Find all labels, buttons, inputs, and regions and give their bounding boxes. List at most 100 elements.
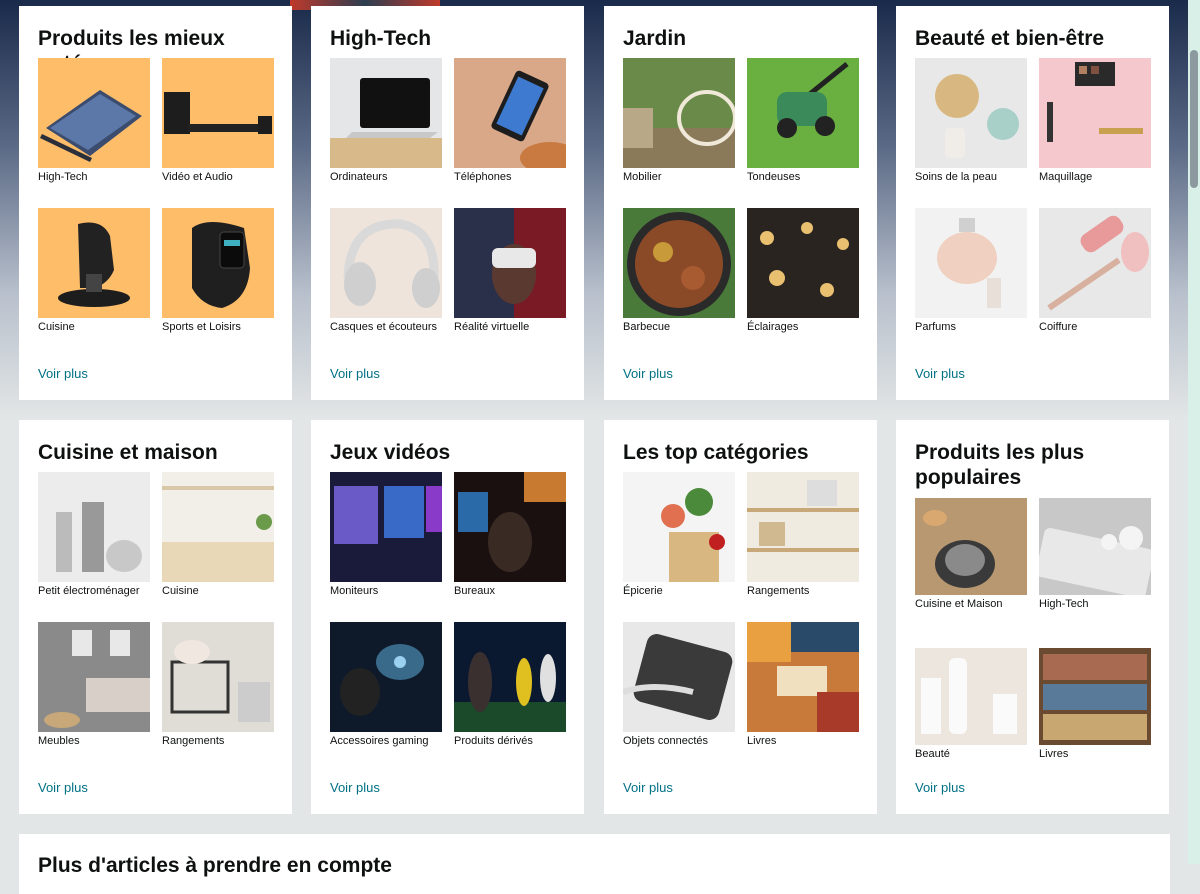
- card-jardin: Jardin Mobilier Tondeuses Barbecue Éclai…: [604, 6, 877, 400]
- card-jeux-videos: Jeux vidéos Moniteurs Bureaux Accessoire…: [311, 420, 584, 814]
- tile-rangements[interactable]: Rangements: [162, 622, 274, 772]
- tile-label: Accessoires gaming: [330, 735, 429, 747]
- tile-produits-derives[interactable]: Produits dérivés: [454, 622, 566, 772]
- tile-label: Éclairages: [747, 321, 799, 333]
- see-more-link[interactable]: Voir plus: [330, 780, 380, 795]
- tile-label: Coiffure: [1039, 321, 1078, 333]
- laptop-image: [330, 58, 442, 168]
- tile-epicerie[interactable]: Épicerie: [623, 472, 735, 622]
- tile-label: Cuisine: [162, 585, 199, 597]
- storage-baskets-image: [162, 622, 274, 732]
- scrollbar-thumb[interactable]: [1190, 50, 1198, 188]
- football-game-image: [454, 622, 566, 732]
- vr-headset-image: [454, 208, 566, 318]
- tile-label: Mobilier: [623, 171, 662, 183]
- living-room-image: [38, 622, 150, 732]
- tile-tondeuses[interactable]: Tondeuses: [747, 58, 859, 208]
- see-more-link[interactable]: Voir plus: [330, 366, 380, 381]
- tile-label: Bureaux: [454, 585, 495, 597]
- tile-label: Cuisine: [38, 321, 75, 333]
- tile-high-tech-popular[interactable]: High-Tech: [1039, 498, 1151, 648]
- garden-swing-image: [623, 58, 735, 168]
- tile-cuisine[interactable]: Cuisine: [38, 208, 150, 358]
- makeup-image: [1039, 58, 1151, 168]
- skincare-image: [915, 58, 1027, 168]
- tile-petit-electromenager[interactable]: Petit électroménager: [38, 472, 150, 622]
- card-top-rated: Produits les mieux notés High-Tech Vidéo…: [19, 6, 292, 400]
- tile-label: High-Tech: [1039, 598, 1089, 610]
- card-popular-products: Produits les plus populaires Cuisine et …: [896, 420, 1169, 814]
- tile-eclairages[interactable]: Éclairages: [747, 208, 859, 358]
- gaming-monitors-image: [330, 472, 442, 582]
- card-title: High-Tech: [330, 27, 432, 50]
- tile-label: Tondeuses: [747, 171, 801, 183]
- tile-label: Livres: [747, 735, 777, 747]
- tile-parfums[interactable]: Parfums: [915, 208, 1027, 358]
- see-more-link[interactable]: Voir plus: [915, 366, 965, 381]
- page-scrollbar[interactable]: [1188, 0, 1200, 864]
- see-more-link[interactable]: Voir plus: [915, 780, 965, 795]
- card-title: Produits les plus populaires: [915, 441, 1085, 489]
- tile-moniteurs[interactable]: Moniteurs: [330, 472, 442, 622]
- card-title: Jeux vidéos: [330, 441, 451, 464]
- shelves-image: [747, 472, 859, 582]
- tile-label: Épicerie: [623, 585, 663, 597]
- lawn-mower-image: [747, 58, 859, 168]
- cookware-image: [915, 498, 1027, 595]
- card-title: Jardin: [623, 27, 687, 50]
- tile-label: Rangements: [747, 585, 810, 597]
- tile-label: Téléphones: [454, 171, 512, 183]
- tile-cuisine-room[interactable]: Cuisine: [162, 472, 274, 622]
- perfume-image: [915, 208, 1027, 318]
- tile-label: Réalité virtuelle: [454, 321, 530, 333]
- groceries-image: [623, 472, 735, 582]
- tile-telephones[interactable]: Téléphones: [454, 58, 566, 208]
- card-top-categories: Les top catégories Épicerie Rangements O…: [604, 420, 877, 814]
- tile-label: Meubles: [38, 735, 80, 747]
- tile-label: Rangements: [162, 735, 225, 747]
- tile-video-audio[interactable]: Vidéo et Audio: [162, 58, 274, 208]
- power-bank-image: [623, 622, 735, 732]
- soundbar-image: [162, 58, 274, 168]
- tile-accessoires-gaming[interactable]: Accessoires gaming: [330, 622, 442, 772]
- tile-casques[interactable]: Casques et écouteurs: [330, 208, 442, 358]
- tile-bureaux[interactable]: Bureaux: [454, 472, 566, 622]
- tile-livres-popular[interactable]: Livres: [1039, 648, 1151, 798]
- tile-label: Casques et écouteurs: [330, 321, 438, 333]
- tile-label: Maquillage: [1039, 171, 1093, 183]
- cosmetics-bottles-image: [915, 648, 1027, 745]
- see-more-link[interactable]: Voir plus: [38, 366, 88, 381]
- tile-label: High-Tech: [38, 171, 88, 183]
- tile-maquillage[interactable]: Maquillage: [1039, 58, 1151, 208]
- see-more-link[interactable]: Voir plus: [38, 780, 88, 795]
- see-more-link[interactable]: Voir plus: [623, 366, 673, 381]
- kitchen-room-image: [162, 472, 274, 582]
- card-title: Produits les mieux notés: [38, 27, 225, 75]
- tile-realite-virtuelle[interactable]: Réalité virtuelle: [454, 208, 566, 358]
- tile-label: Produits dérivés: [454, 735, 533, 747]
- tile-mobilier[interactable]: Mobilier: [623, 58, 735, 208]
- card-title: Les top catégories: [623, 441, 809, 464]
- tile-meubles[interactable]: Meubles: [38, 622, 150, 772]
- see-more-link[interactable]: Voir plus: [623, 780, 673, 795]
- tile-barbecue[interactable]: Barbecue: [623, 208, 735, 358]
- tile-label: Barbecue: [623, 321, 671, 333]
- tile-coiffure[interactable]: Coiffure: [1039, 208, 1151, 358]
- tile-label: Soins de la peau: [915, 171, 997, 183]
- tile-soins-peau[interactable]: Soins de la peau: [915, 58, 1027, 208]
- smartphone-image: [454, 58, 566, 168]
- card-title: Beauté et bien-être: [915, 27, 1105, 50]
- tile-sports-loisirs[interactable]: Sports et Loisirs: [162, 208, 274, 358]
- tile-rangements-top[interactable]: Rangements: [747, 472, 859, 622]
- tile-beaute-popular[interactable]: Beauté: [915, 648, 1027, 798]
- tile-high-tech[interactable]: High-Tech: [38, 58, 150, 208]
- tile-label: Ordinateurs: [330, 171, 388, 183]
- tile-label: Vidéo et Audio: [162, 171, 233, 183]
- more-items-section: Plus d'articles à prendre en compte: [19, 834, 1170, 894]
- books-stack-image: [747, 622, 859, 732]
- tile-cuisine-et-maison[interactable]: Cuisine et Maison: [915, 498, 1027, 648]
- gaming-headset-image: [330, 622, 442, 732]
- tile-ordinateurs[interactable]: Ordinateurs: [330, 58, 442, 208]
- tile-objets-connectes[interactable]: Objets connectés: [623, 622, 735, 772]
- tile-livres[interactable]: Livres: [747, 622, 859, 772]
